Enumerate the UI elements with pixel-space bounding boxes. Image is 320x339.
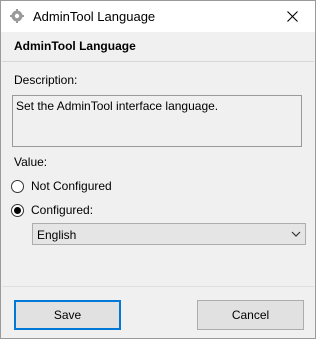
value-label: Value: <box>14 155 48 169</box>
description-label: Description: <box>14 73 78 87</box>
configured-radio[interactable]: Configured: <box>11 203 93 217</box>
close-button[interactable] <box>270 1 315 32</box>
language-select[interactable]: English <box>32 223 306 245</box>
gear-icon <box>10 9 24 23</box>
save-button[interactable]: Save <box>14 300 121 330</box>
not-configured-label: Not Configured <box>31 179 112 193</box>
not-configured-radio[interactable]: Not Configured <box>11 179 112 193</box>
description-textbox[interactable]: Set the AdminTool interface language. <box>12 95 302 147</box>
footer-divider <box>2 286 314 287</box>
window-title: AdminTool Language <box>33 9 156 24</box>
setting-heading: AdminTool Language <box>14 39 136 53</box>
radio-circle-selected[interactable] <box>11 203 24 217</box>
dialog-window: AdminTool Language AdminTool Language De… <box>0 0 316 339</box>
divider <box>2 61 314 62</box>
configured-label: Configured: <box>31 203 94 217</box>
language-select-value: English <box>37 228 77 242</box>
title-bar: AdminTool Language <box>1 1 315 32</box>
radio-circle[interactable] <box>11 179 24 193</box>
cancel-button[interactable]: Cancel <box>197 300 304 330</box>
chevron-down-icon <box>291 231 301 237</box>
close-icon <box>287 11 298 22</box>
